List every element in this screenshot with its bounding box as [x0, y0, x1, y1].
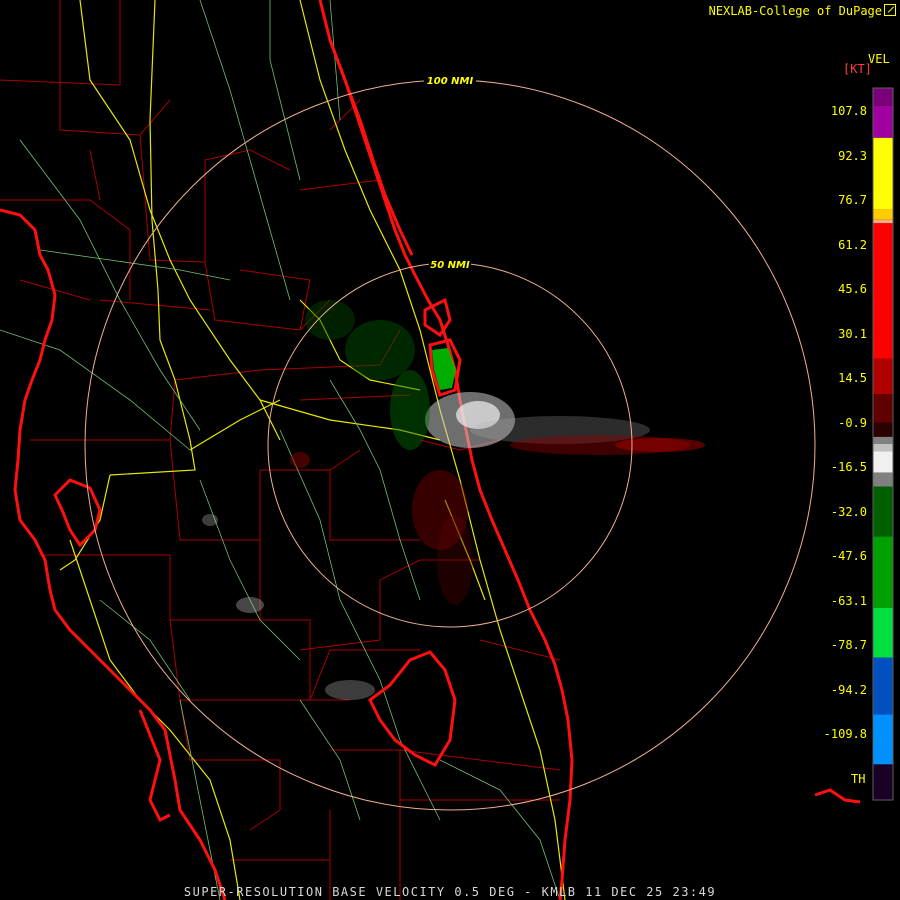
color-scale-band	[873, 219, 893, 224]
external-link-icon[interactable]	[884, 4, 896, 16]
legend-tick-label: -109.8	[823, 727, 867, 741]
radar-map: 100 NMI 50 NMI	[0, 0, 900, 900]
legend-tick-label: -0.9	[838, 415, 867, 430]
color-scale-band	[873, 714, 893, 765]
color-scale-band	[873, 88, 893, 106]
credit-text: NEXLAB-College of DuPage	[708, 4, 882, 18]
legend-tick-label: 92.3	[838, 148, 867, 163]
color-scale-band	[873, 422, 893, 437]
velocity-color-scale	[872, 87, 894, 801]
legend-tick-label: 14.5	[838, 371, 867, 385]
legend-unit: [KT]	[843, 62, 872, 76]
ring-label-50: 50 NMI	[430, 260, 470, 271]
legend-tick-label: 45.6	[838, 282, 867, 296]
color-scale-band	[873, 436, 893, 444]
color-scale-band	[873, 105, 893, 138]
color-scale-band	[873, 209, 893, 220]
color-scale-band	[873, 358, 893, 395]
legend-tick-label: 107.8	[830, 104, 867, 118]
color-scale-band	[873, 223, 893, 359]
ring-label-100: 100 NMI	[427, 76, 474, 87]
color-scale-band	[873, 536, 893, 608]
legend-tick-label: -63.1	[830, 593, 867, 608]
legend-tick-label: -32.0	[830, 504, 867, 519]
legend-tick-label: -16.5	[830, 460, 867, 474]
legend-tick-label: -94.2	[830, 682, 867, 697]
color-scale-band	[873, 486, 893, 537]
color-scale-band	[873, 607, 893, 658]
legend-threshold-label: TH	[851, 772, 866, 786]
credit-label: NEXLAB-College of DuPage	[709, 4, 896, 18]
legend-tick-label: 61.2	[838, 237, 867, 252]
legend-tick-label: 76.7	[838, 193, 867, 207]
color-scale-band	[873, 444, 893, 452]
legend-tick-label: 30.1	[838, 326, 867, 341]
color-scale-band	[873, 764, 893, 800]
legend-tick-label: -47.6	[830, 549, 867, 563]
color-scale-band	[873, 137, 893, 210]
color-scale-band	[873, 394, 893, 423]
color-scale-band	[873, 472, 893, 487]
color-scale-band	[873, 657, 893, 715]
legend-tick-label: -78.7	[830, 638, 867, 652]
color-scale-band	[873, 451, 893, 473]
product-caption: SUPER-RESOLUTION BASE VELOCITY 0.5 DEG -…	[183, 885, 717, 899]
